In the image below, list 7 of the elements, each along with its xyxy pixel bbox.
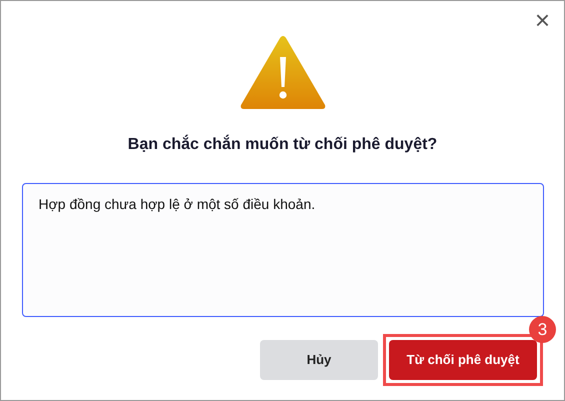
warning-icon [240, 35, 326, 111]
reason-field[interactable]: Hợp đồng chưa hợp lệ ở một số điều khoản. [22, 183, 544, 317]
step-badge: 3 [529, 316, 556, 343]
dialog-title: Bạn chắc chắn muốn từ chối phê duyệt? [128, 134, 438, 155]
cancel-button[interactable]: Hủy [260, 340, 378, 380]
close-button[interactable]: × [530, 5, 554, 35]
reject-button[interactable]: Từ chối phê duyệt [389, 340, 537, 380]
